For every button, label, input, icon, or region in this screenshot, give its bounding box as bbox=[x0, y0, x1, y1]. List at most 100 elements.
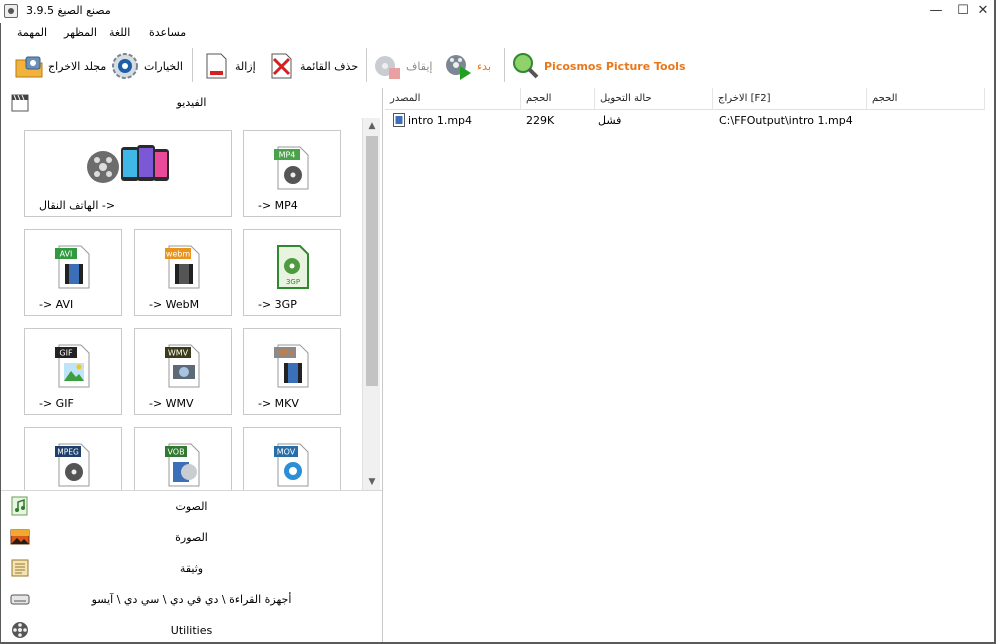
tile-avi[interactable]: AVI -> AVI bbox=[24, 229, 122, 316]
stop-button[interactable]: إيقاف bbox=[372, 49, 432, 83]
format-grid: الهاتف النقال -> MP4 -> MP4 AVI -> AVI w… bbox=[1, 118, 363, 490]
stop-label: إيقاف bbox=[406, 59, 433, 73]
category-document[interactable]: وثيقة bbox=[1, 553, 382, 584]
category-video[interactable]: الفيديو bbox=[1, 88, 382, 118]
stop-film-icon bbox=[375, 56, 400, 79]
tile-vob[interactable]: VOB bbox=[134, 427, 232, 490]
tile-gif-badge: GIF bbox=[59, 349, 73, 358]
category-document-label: وثيقة bbox=[179, 562, 204, 575]
picosmos-tools-button[interactable]: Picosmos Picture Tools bbox=[510, 49, 686, 83]
remove-document-icon bbox=[206, 53, 227, 79]
maximize-button[interactable]: ☐ bbox=[953, 3, 973, 19]
tile-mp4[interactable]: MP4 -> MP4 bbox=[243, 130, 341, 217]
webm-file-icon: webm bbox=[165, 245, 200, 289]
row-output: C:\FFOutput\intro 1.mp4 bbox=[719, 114, 853, 127]
column-output[interactable]: الاخراج [F2] bbox=[713, 88, 867, 110]
output-folder-label: مجلد الاخراج bbox=[48, 59, 107, 73]
remove-button[interactable]: إزالة bbox=[201, 49, 256, 83]
remove-label: إزالة bbox=[235, 59, 256, 73]
mkv-file-icon: MKV bbox=[274, 344, 309, 388]
folder-icon bbox=[15, 56, 43, 78]
document-icon bbox=[11, 559, 29, 577]
tile-avi-label: -> AVI bbox=[39, 298, 74, 311]
start-label: بدء bbox=[477, 59, 492, 73]
audio-icon bbox=[11, 496, 28, 516]
clear-list-button[interactable]: حذف القائمة bbox=[266, 49, 358, 83]
tile-webm-badge: webm bbox=[166, 250, 191, 259]
tile-gif-label: -> GIF bbox=[39, 397, 74, 410]
tile-wmv-label: -> WMV bbox=[149, 397, 194, 410]
3gp-file-icon: 3GP bbox=[277, 245, 309, 289]
category-audio-label: الصوت bbox=[175, 500, 208, 513]
mov-file-icon: MOV bbox=[274, 443, 309, 487]
category-audio[interactable]: الصوت bbox=[1, 491, 382, 522]
wmv-file-icon: WMV bbox=[165, 344, 200, 388]
tile-3gp-badge: 3GP bbox=[286, 278, 300, 286]
category-picture-label: الصورة bbox=[175, 531, 208, 544]
row-size: 229K bbox=[526, 114, 555, 127]
format-grid-scrollbar[interactable]: ▲ ▼ bbox=[362, 118, 380, 490]
column-status[interactable]: حالة التحويل bbox=[595, 88, 713, 110]
tile-mkv-badge: MKV bbox=[276, 349, 294, 358]
scroll-down-icon[interactable]: ▼ bbox=[363, 474, 381, 490]
tile-mobile-label: الهاتف النقال -> bbox=[39, 199, 116, 212]
menu-help[interactable]: مساعدة bbox=[149, 26, 186, 39]
task-list-header: المصدر الحجم حالة التحويل الاخراج [F2] ا… bbox=[385, 88, 985, 110]
toolbar-separator bbox=[366, 48, 367, 82]
gif-file-icon: GIF bbox=[55, 344, 90, 388]
close-button[interactable]: ✕ bbox=[973, 3, 993, 19]
tile-wmv[interactable]: WMV -> WMV bbox=[134, 328, 232, 415]
menu-task[interactable]: المهمة bbox=[17, 26, 47, 39]
tile-mobile[interactable]: الهاتف النقال -> bbox=[24, 130, 232, 217]
avi-file-icon: AVI bbox=[55, 245, 90, 289]
picture-icon bbox=[10, 529, 30, 545]
tile-3gp[interactable]: 3GP -> 3GP bbox=[243, 229, 341, 316]
column-source[interactable]: المصدر bbox=[385, 88, 521, 110]
category-utilities-label: Utilities bbox=[170, 624, 213, 637]
column-size[interactable]: الحجم bbox=[521, 88, 595, 110]
tile-mov[interactable]: MOV bbox=[243, 427, 341, 490]
scroll-thumb[interactable] bbox=[366, 136, 378, 386]
picosmos-label: Picosmos Picture Tools bbox=[544, 59, 686, 73]
category-utilities[interactable]: Utilities bbox=[1, 615, 382, 644]
tile-avi-badge: AVI bbox=[60, 250, 73, 259]
category-rom-device[interactable]: أجهزة القراءة \ دي في دي \ سي دي \ آيسو bbox=[1, 584, 382, 615]
tile-mp4-label: -> MP4 bbox=[258, 199, 298, 212]
menu-view[interactable]: المظهر bbox=[64, 26, 97, 39]
gear-icon bbox=[112, 53, 138, 79]
row-status: فشل bbox=[598, 114, 622, 127]
utilities-icon bbox=[12, 622, 28, 638]
tile-mov-badge: MOV bbox=[277, 448, 296, 457]
toolbar-separator bbox=[192, 48, 193, 82]
delete-list-icon bbox=[271, 53, 292, 79]
tile-webm-label: -> WebM bbox=[149, 298, 200, 311]
task-list-panel: المصدر الحجم حالة التحويل الاخراج [F2] ا… bbox=[385, 88, 994, 642]
tile-3gp-label: -> 3GP bbox=[258, 298, 297, 311]
category-panel: الفيديو الهاتف النقال -> MP4 -> MP4 AVI … bbox=[1, 88, 383, 642]
options-button[interactable]: الخيارات bbox=[110, 49, 183, 83]
rom-device-icon bbox=[10, 594, 30, 605]
tile-mkv[interactable]: MKV -> MKV bbox=[243, 328, 341, 415]
minimize-button[interactable]: — bbox=[926, 3, 946, 19]
bottom-categories: الصوت الصورة وثيقة أجهزة القراءة \ دي في… bbox=[1, 490, 382, 638]
category-rom-device-label: أجهزة القراءة \ دي في دي \ سي دي \ آيسو bbox=[91, 593, 292, 606]
tile-webm[interactable]: webm -> WebM bbox=[134, 229, 232, 316]
tile-mpeg[interactable]: MPEG bbox=[24, 427, 122, 490]
scroll-up-icon[interactable]: ▲ bbox=[363, 118, 381, 134]
video-file-icon bbox=[393, 113, 405, 127]
category-picture[interactable]: الصورة bbox=[1, 522, 382, 553]
column-output-size[interactable]: الحجم bbox=[867, 88, 985, 110]
row-source: intro 1.mp4 bbox=[408, 114, 473, 127]
table-row[interactable]: intro 1.mp4 229K فشل C:\FFOutput\intro 1… bbox=[385, 111, 985, 131]
tile-wmv-badge: WMV bbox=[168, 349, 189, 358]
tile-mpeg-badge: MPEG bbox=[57, 448, 79, 457]
start-film-icon bbox=[446, 55, 471, 80]
app-icon bbox=[4, 4, 18, 18]
options-label: الخيارات bbox=[144, 59, 183, 73]
category-video-label: الفيديو bbox=[176, 96, 207, 109]
output-folder-button[interactable]: مجلد الاخراج bbox=[14, 49, 106, 83]
film-icon bbox=[11, 94, 29, 112]
start-button[interactable]: بدء bbox=[443, 49, 491, 83]
menu-language[interactable]: اللغة bbox=[109, 26, 130, 39]
tile-gif[interactable]: GIF -> GIF bbox=[24, 328, 122, 415]
